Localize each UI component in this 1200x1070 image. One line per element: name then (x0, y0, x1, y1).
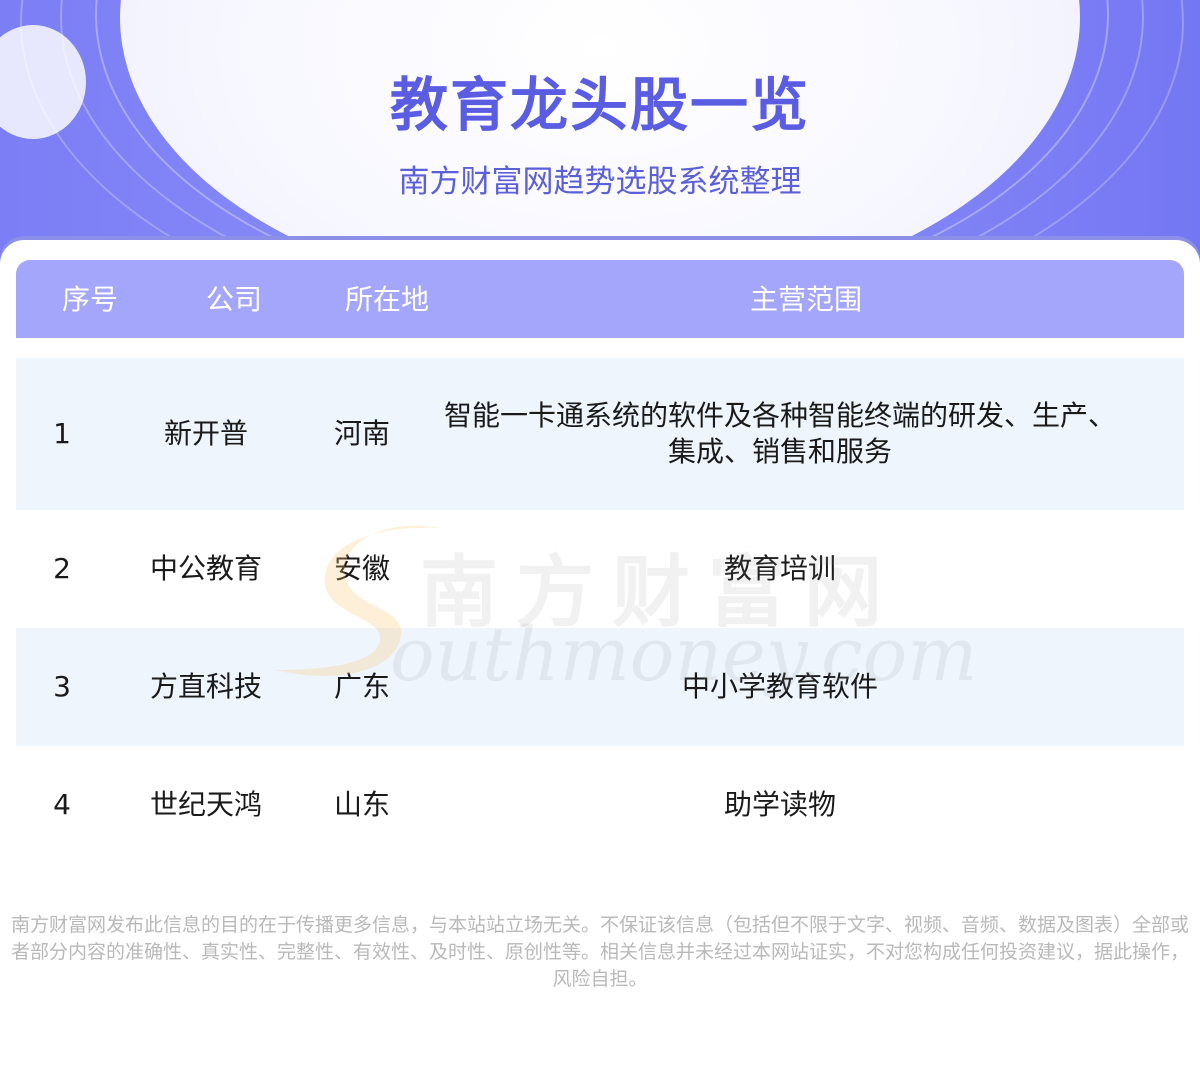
row-business: 教育培训 (723, 552, 836, 585)
row-location: 山东 (333, 788, 390, 821)
row-company: 世纪天鸿 (149, 788, 262, 821)
column-header-index: 序号 (61, 283, 118, 316)
row-index: 3 (53, 670, 71, 703)
page-subtitle: 南方财富网趋势选股系统整理 (398, 164, 802, 200)
row-company: 新开普 (163, 417, 248, 450)
row-company: 方直科技 (149, 670, 262, 703)
table-row: 1 新开普 河南 智能一卡通系统的软件及各种智能终端的研发、生产、集成、销售和服… (16, 358, 1184, 510)
row-business: 助学读物 (723, 788, 836, 821)
row-index: 4 (53, 788, 71, 821)
table-row: 4 世纪天鸿 山东 助学读物 (16, 746, 1184, 864)
row-business: 中小学教育软件 (681, 670, 878, 703)
column-header-business: 主营范围 (749, 283, 862, 316)
row-location: 河南 (333, 417, 390, 450)
disclaimer-text: 南方财富网发布此信息的目的在于传播更多信息，与本站站立场无关。不保证该信息（包括… (10, 914, 1189, 990)
page-title: 教育龙头股一览 (389, 71, 810, 139)
table-row: 2 中公教育 安徽 教育培训 (16, 510, 1184, 628)
column-header-company: 公司 (205, 283, 262, 316)
column-header-location: 所在地 (344, 283, 429, 316)
row-index: 1 (53, 417, 71, 450)
row-business: 智能一卡通系统的软件及各种智能终端的研发、生产、集成、销售和服务 (443, 399, 1116, 468)
row-company: 中公教育 (149, 552, 262, 585)
table-row: 3 方直科技 广东 中小学教育软件 (16, 628, 1184, 746)
row-index: 2 (53, 552, 71, 585)
row-location: 广东 (333, 670, 390, 703)
table-header: 序号 公司 所在地 主营范围 (16, 260, 1184, 338)
row-location: 安徽 (333, 552, 390, 585)
